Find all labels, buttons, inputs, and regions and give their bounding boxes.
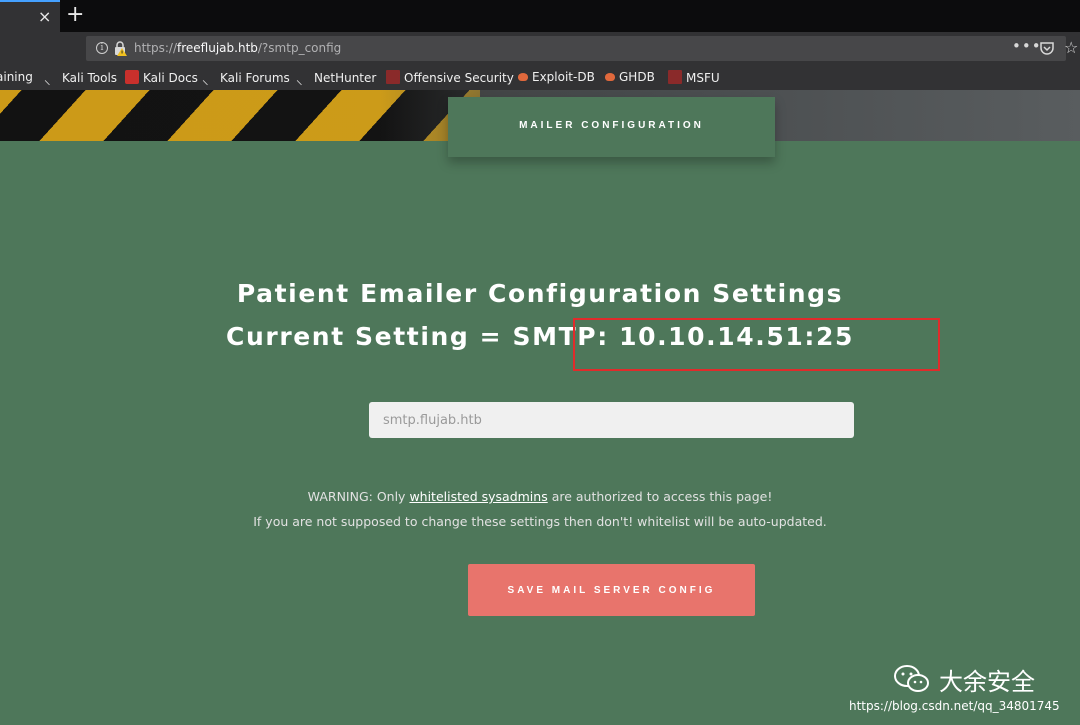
warning-prefix: WARNING: Only bbox=[307, 489, 410, 504]
bookmark-nethunter[interactable]: ⸜ NetHunter bbox=[296, 70, 377, 88]
bookmark-offensive-security[interactable]: Offensive Security bbox=[386, 70, 514, 85]
watermark-brand: 大余安全 bbox=[939, 668, 1035, 696]
page-actions-icon[interactable]: ••• bbox=[1012, 37, 1042, 55]
bookmark-label: Kali Tools bbox=[62, 71, 118, 85]
kali-dragon-icon: ⸜ bbox=[202, 73, 209, 88]
bookmark-exploit-db[interactable]: Exploit-DB bbox=[518, 70, 595, 84]
nav-bar: i https://freeflujab.htb/?smtp_config ••… bbox=[0, 32, 1080, 65]
mailer-configuration-label: MAILER CONFIGURATION bbox=[519, 120, 704, 131]
msfu-icon bbox=[668, 70, 682, 84]
tab-bar: × + bbox=[0, 0, 1080, 32]
url-path: /?smtp_config bbox=[257, 41, 342, 55]
save-mail-server-config-button[interactable]: SAVE MAIL SERVER CONFIG bbox=[468, 564, 755, 616]
ghdb-icon bbox=[605, 73, 615, 81]
bookmark-kali-docs[interactable]: Kali Docs bbox=[125, 70, 198, 85]
url-prefix: https:// bbox=[134, 41, 178, 55]
exploit-db-icon bbox=[518, 73, 528, 81]
watermark: 大余安全 bbox=[893, 660, 1053, 696]
wechat-icon bbox=[894, 665, 929, 692]
pocket-icon[interactable] bbox=[1040, 42, 1054, 55]
bookmark-star-icon[interactable]: ☆ bbox=[1064, 38, 1078, 57]
address-bar[interactable]: i https://freeflujab.htb/?smtp_config ••… bbox=[86, 36, 1078, 61]
bookmark-kali-tools[interactable]: ⸜ Kali Tools bbox=[44, 70, 118, 88]
bookmark-label: MSFU bbox=[686, 71, 720, 85]
smtp-server-input[interactable] bbox=[369, 402, 854, 438]
whitelisted-sysadmins-link[interactable]: whitelisted sysadmins bbox=[409, 489, 547, 504]
active-tab[interactable]: × bbox=[0, 0, 60, 32]
bookmark-ghdb[interactable]: GHDB bbox=[605, 70, 655, 84]
bookmark-label: Kali Docs bbox=[143, 71, 198, 85]
insecure-lock-icon[interactable] bbox=[113, 41, 127, 56]
bookmark-label: Offensive Security bbox=[404, 71, 514, 85]
mailer-configuration-tab[interactable]: MAILER CONFIGURATION bbox=[448, 97, 775, 157]
bookmark-msfu[interactable]: MSFU bbox=[668, 70, 720, 85]
page-title: Patient Emailer Configuration Settings bbox=[236, 279, 844, 308]
highlight-box bbox=[573, 318, 940, 371]
bookmark-label: aining bbox=[0, 70, 33, 84]
nethunter-icon: ⸜ bbox=[296, 73, 303, 88]
new-tab-icon[interactable]: + bbox=[66, 3, 84, 27]
bookmark-training[interactable]: aining bbox=[0, 70, 33, 84]
bookmark-kali-forums[interactable]: ⸜ Kali Forums bbox=[202, 70, 290, 88]
kali-dragon-icon: ⸜ bbox=[44, 73, 51, 88]
bookmark-label: NetHunter bbox=[314, 71, 377, 85]
kali-docs-icon bbox=[125, 70, 139, 84]
close-tab-icon[interactable]: × bbox=[38, 8, 51, 26]
watermark-url: https://blog.csdn.net/qq_34801745 bbox=[849, 699, 1060, 713]
bookmark-label: GHDB bbox=[619, 70, 655, 84]
bookmarks-toolbar: aining ⸜ Kali Tools Kali Docs ⸜ Kali Forum… bbox=[0, 65, 1080, 90]
info-icon[interactable]: i bbox=[96, 42, 108, 54]
warning-suffix: are authorized to access this page! bbox=[547, 489, 773, 504]
bookmark-label: Exploit-DB bbox=[532, 70, 595, 84]
warning-text: WARNING: Only whitelisted sysadmins are … bbox=[0, 489, 1080, 504]
bookmark-label: Kali Forums bbox=[220, 71, 290, 85]
url-text[interactable]: https://freeflujab.htb/?smtp_config bbox=[134, 41, 341, 55]
url-host: freeflujab.htb bbox=[177, 41, 258, 55]
offensive-security-icon bbox=[386, 70, 400, 84]
warning-text-line2: If you are not supposed to change these … bbox=[253, 514, 827, 529]
